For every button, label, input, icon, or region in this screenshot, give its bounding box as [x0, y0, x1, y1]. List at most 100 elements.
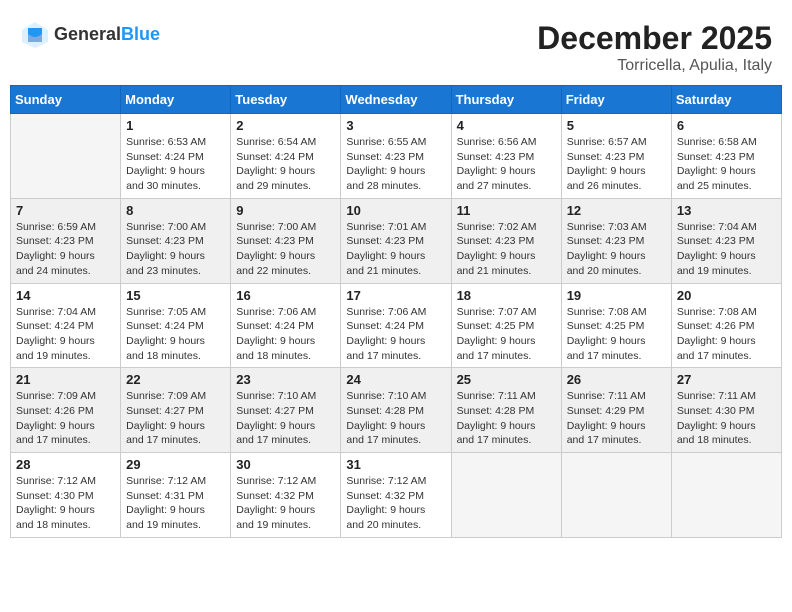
- month-year-title: December 2025: [537, 20, 772, 57]
- day-number: 23: [236, 372, 335, 387]
- logo-text: GeneralBlue: [54, 25, 160, 45]
- day-info: Sunrise: 7:12 AMSunset: 4:32 PMDaylight:…: [346, 474, 445, 533]
- calendar-header-monday: Monday: [121, 86, 231, 114]
- logo-general-text: General: [54, 24, 121, 44]
- day-info: Sunrise: 6:54 AMSunset: 4:24 PMDaylight:…: [236, 135, 335, 194]
- day-info: Sunrise: 7:11 AMSunset: 4:29 PMDaylight:…: [567, 389, 666, 448]
- logo-icon: [20, 20, 50, 50]
- calendar-header-saturday: Saturday: [671, 86, 781, 114]
- day-number: 31: [346, 457, 445, 472]
- calendar-cell: 19Sunrise: 7:08 AMSunset: 4:25 PMDayligh…: [561, 283, 671, 368]
- calendar-cell: 11Sunrise: 7:02 AMSunset: 4:23 PMDayligh…: [451, 198, 561, 283]
- day-number: 30: [236, 457, 335, 472]
- calendar-cell: 6Sunrise: 6:58 AMSunset: 4:23 PMDaylight…: [671, 114, 781, 199]
- calendar-cell: 17 Sunrise: 7:06 AMSunset: 4:24 PMDayligh…: [341, 283, 451, 368]
- day-number: 11: [457, 203, 556, 218]
- day-number: 18: [457, 288, 556, 303]
- calendar-cell: 3 Sunrise: 6:55 AMSunset: 4:23 PMDaylight…: [341, 114, 451, 199]
- calendar-cell: [561, 453, 671, 538]
- day-number: 26: [567, 372, 666, 387]
- calendar-week-row: 28 Sunrise: 7:12 AMSunset: 4:30 PMDayligh…: [11, 453, 782, 538]
- calendar-cell: 23 Sunrise: 7:10 AMSunset: 4:27 PMDayligh…: [231, 368, 341, 453]
- calendar-cell: 26 Sunrise: 7:11 AMSunset: 4:29 PMDayligh…: [561, 368, 671, 453]
- day-info: Sunrise: 7:04 AMSunset: 4:24 PMDaylight:…: [16, 305, 115, 364]
- day-info: Sunrise: 7:03 AMSunset: 4:23 PMDaylight:…: [567, 220, 666, 279]
- day-info: Sunrise: 7:11 AMSunset: 4:30 PMDaylight:…: [677, 389, 776, 448]
- page-header: GeneralBlue December 2025 Torricella, Ap…: [10, 10, 782, 80]
- calendar-cell: 21 Sunrise: 7:09 AMSunset: 4:26 PMDayligh…: [11, 368, 121, 453]
- calendar-cell: 27 Sunrise: 7:11 AMSunset: 4:30 PMDayligh…: [671, 368, 781, 453]
- day-number: 7: [16, 203, 115, 218]
- calendar-cell: 29 Sunrise: 7:12 AMSunset: 4:31 PMDayligh…: [121, 453, 231, 538]
- calendar-cell: 22Sunrise: 7:09 AMSunset: 4:27 PMDayligh…: [121, 368, 231, 453]
- day-info: Sunrise: 7:09 AMSunset: 4:27 PMDaylight:…: [126, 389, 225, 448]
- day-info: Sunrise: 7:00 AMSunset: 4:23 PMDaylight:…: [126, 220, 225, 279]
- day-number: 8: [126, 203, 225, 218]
- day-info: Sunrise: 7:06 AMSunset: 4:24 PMDaylight:…: [346, 305, 445, 364]
- day-number: 29: [126, 457, 225, 472]
- day-info: Sunrise: 7:01 AMSunset: 4:23 PMDaylight:…: [346, 220, 445, 279]
- day-number: 20: [677, 288, 776, 303]
- calendar-cell: 16 Sunrise: 7:06 AMSunset: 4:24 PMDayligh…: [231, 283, 341, 368]
- day-number: 13: [677, 203, 776, 218]
- day-number: 9: [236, 203, 335, 218]
- calendar-cell: 4Sunrise: 6:56 AMSunset: 4:23 PMDaylight…: [451, 114, 561, 199]
- calendar-cell: [671, 453, 781, 538]
- day-number: 27: [677, 372, 776, 387]
- calendar-cell: 8 Sunrise: 7:00 AMSunset: 4:23 PMDaylight…: [121, 198, 231, 283]
- day-number: 17: [346, 288, 445, 303]
- calendar-week-row: 14 Sunrise: 7:04 AMSunset: 4:24 PMDayligh…: [11, 283, 782, 368]
- calendar-cell: 5Sunrise: 6:57 AMSunset: 4:23 PMDaylight…: [561, 114, 671, 199]
- day-info: Sunrise: 7:10 AMSunset: 4:28 PMDaylight:…: [346, 389, 445, 448]
- calendar-cell: 24 Sunrise: 7:10 AMSunset: 4:28 PMDayligh…: [341, 368, 451, 453]
- day-number: 25: [457, 372, 556, 387]
- day-number: 10: [346, 203, 445, 218]
- calendar-cell: 31 Sunrise: 7:12 AMSunset: 4:32 PMDayligh…: [341, 453, 451, 538]
- day-info: Sunrise: 6:59 AMSunset: 4:23 PMDaylight:…: [16, 220, 115, 279]
- day-info: Sunrise: 6:55 AMSunset: 4:23 PMDaylight:…: [346, 135, 445, 194]
- title-block: December 2025 Torricella, Apulia, Italy: [537, 20, 772, 75]
- calendar-header-sunday: Sunday: [11, 86, 121, 114]
- calendar-cell: 13Sunrise: 7:04 AMSunset: 4:23 PMDayligh…: [671, 198, 781, 283]
- logo: GeneralBlue: [20, 20, 160, 50]
- day-info: Sunrise: 7:10 AMSunset: 4:27 PMDaylight:…: [236, 389, 335, 448]
- calendar-header-wednesday: Wednesday: [341, 86, 451, 114]
- day-info: Sunrise: 7:06 AMSunset: 4:24 PMDaylight:…: [236, 305, 335, 364]
- calendar-header-tuesday: Tuesday: [231, 86, 341, 114]
- calendar-header-thursday: Thursday: [451, 86, 561, 114]
- calendar-cell: 25 Sunrise: 7:11 AMSunset: 4:28 PMDayligh…: [451, 368, 561, 453]
- day-info: Sunrise: 7:11 AMSunset: 4:28 PMDaylight:…: [457, 389, 556, 448]
- day-number: 3: [346, 118, 445, 133]
- calendar-cell: 1 Sunrise: 6:53 AMSunset: 4:24 PMDaylight…: [121, 114, 231, 199]
- day-number: 2: [236, 118, 335, 133]
- day-info: Sunrise: 7:09 AMSunset: 4:26 PMDaylight:…: [16, 389, 115, 448]
- day-number: 5: [567, 118, 666, 133]
- day-number: 24: [346, 372, 445, 387]
- calendar-cell: 2 Sunrise: 6:54 AMSunset: 4:24 PMDaylight…: [231, 114, 341, 199]
- day-number: 16: [236, 288, 335, 303]
- calendar-week-row: 1 Sunrise: 6:53 AMSunset: 4:24 PMDaylight…: [11, 114, 782, 199]
- calendar-cell: 12Sunrise: 7:03 AMSunset: 4:23 PMDayligh…: [561, 198, 671, 283]
- day-number: 14: [16, 288, 115, 303]
- logo-blue-text: Blue: [121, 24, 160, 44]
- calendar-header-row: SundayMondayTuesdayWednesdayThursdayFrid…: [11, 86, 782, 114]
- day-info: Sunrise: 7:07 AMSunset: 4:25 PMDaylight:…: [457, 305, 556, 364]
- calendar-cell: 28 Sunrise: 7:12 AMSunset: 4:30 PMDayligh…: [11, 453, 121, 538]
- location-subtitle: Torricella, Apulia, Italy: [537, 57, 772, 75]
- calendar-cell: 14 Sunrise: 7:04 AMSunset: 4:24 PMDayligh…: [11, 283, 121, 368]
- day-info: Sunrise: 7:12 AMSunset: 4:30 PMDaylight:…: [16, 474, 115, 533]
- calendar-cell: 7 Sunrise: 6:59 AMSunset: 4:23 PMDaylight…: [11, 198, 121, 283]
- calendar-cell: [451, 453, 561, 538]
- calendar-cell: 10 Sunrise: 7:01 AMSunset: 4:23 PMDayligh…: [341, 198, 451, 283]
- calendar-cell: 30Sunrise: 7:12 AMSunset: 4:32 PMDayligh…: [231, 453, 341, 538]
- day-number: 21: [16, 372, 115, 387]
- day-info: Sunrise: 7:08 AMSunset: 4:26 PMDaylight:…: [677, 305, 776, 364]
- day-number: 6: [677, 118, 776, 133]
- calendar-cell: [11, 114, 121, 199]
- day-info: Sunrise: 6:53 AMSunset: 4:24 PMDaylight:…: [126, 135, 225, 194]
- day-number: 19: [567, 288, 666, 303]
- day-info: Sunrise: 7:12 AMSunset: 4:31 PMDaylight:…: [126, 474, 225, 533]
- calendar-cell: 9Sunrise: 7:00 AMSunset: 4:23 PMDaylight…: [231, 198, 341, 283]
- day-number: 1: [126, 118, 225, 133]
- day-number: 28: [16, 457, 115, 472]
